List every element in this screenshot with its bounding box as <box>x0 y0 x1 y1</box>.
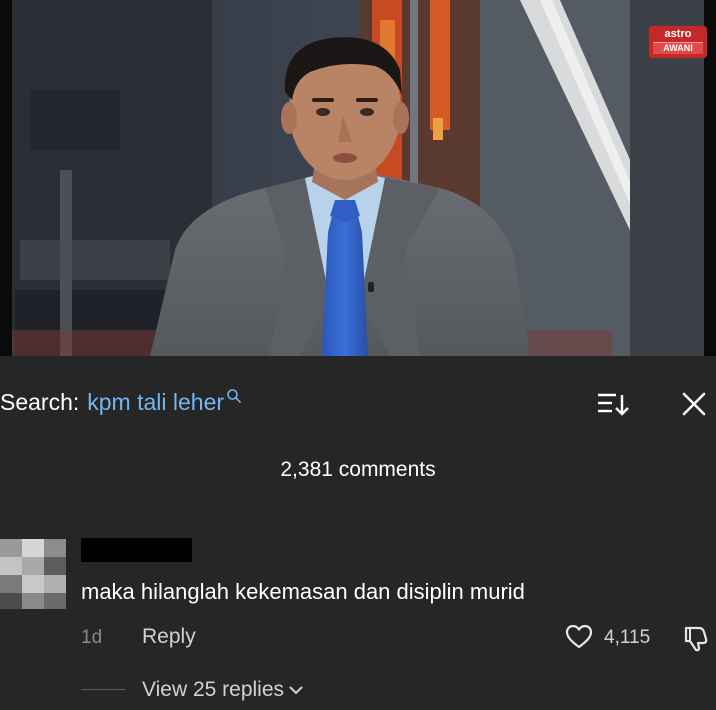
username-redacted <box>81 538 192 562</box>
sort-icon[interactable] <box>596 389 630 419</box>
search-icon[interactable] <box>226 388 242 404</box>
dislike-icon[interactable] <box>682 624 712 652</box>
comments-count: 2,381 comments <box>280 458 436 481</box>
replies-divider <box>81 689 125 690</box>
search-bar[interactable]: Search: kpm tali leher <box>0 386 242 418</box>
news-anchor-frame <box>0 0 716 356</box>
search-query-link[interactable]: kpm tali leher <box>87 389 224 416</box>
video-player[interactable]: astro AWANI <box>0 0 716 356</box>
like-count: 4,115 <box>604 627 651 648</box>
channel-logo-line2: AWANI <box>653 42 703 54</box>
channel-logo: astro AWANI <box>649 26 707 58</box>
comment-text: maka hilanglah kekemasan dan disiplin mu… <box>81 579 525 604</box>
avatar[interactable] <box>0 539 66 609</box>
channel-logo-line1: astro <box>664 28 692 40</box>
heart-icon[interactable] <box>565 624 593 650</box>
view-replies-label: View 25 replies <box>142 678 285 701</box>
comment-timestamp: 1d <box>81 627 103 648</box>
chevron-down-icon <box>289 686 303 695</box>
reply-button[interactable]: Reply <box>142 625 196 649</box>
view-replies-button[interactable]: View 25 replies <box>142 678 304 702</box>
search-label: Search: <box>0 388 80 415</box>
video-letterbox-left <box>0 0 12 356</box>
close-icon[interactable] <box>680 390 708 418</box>
